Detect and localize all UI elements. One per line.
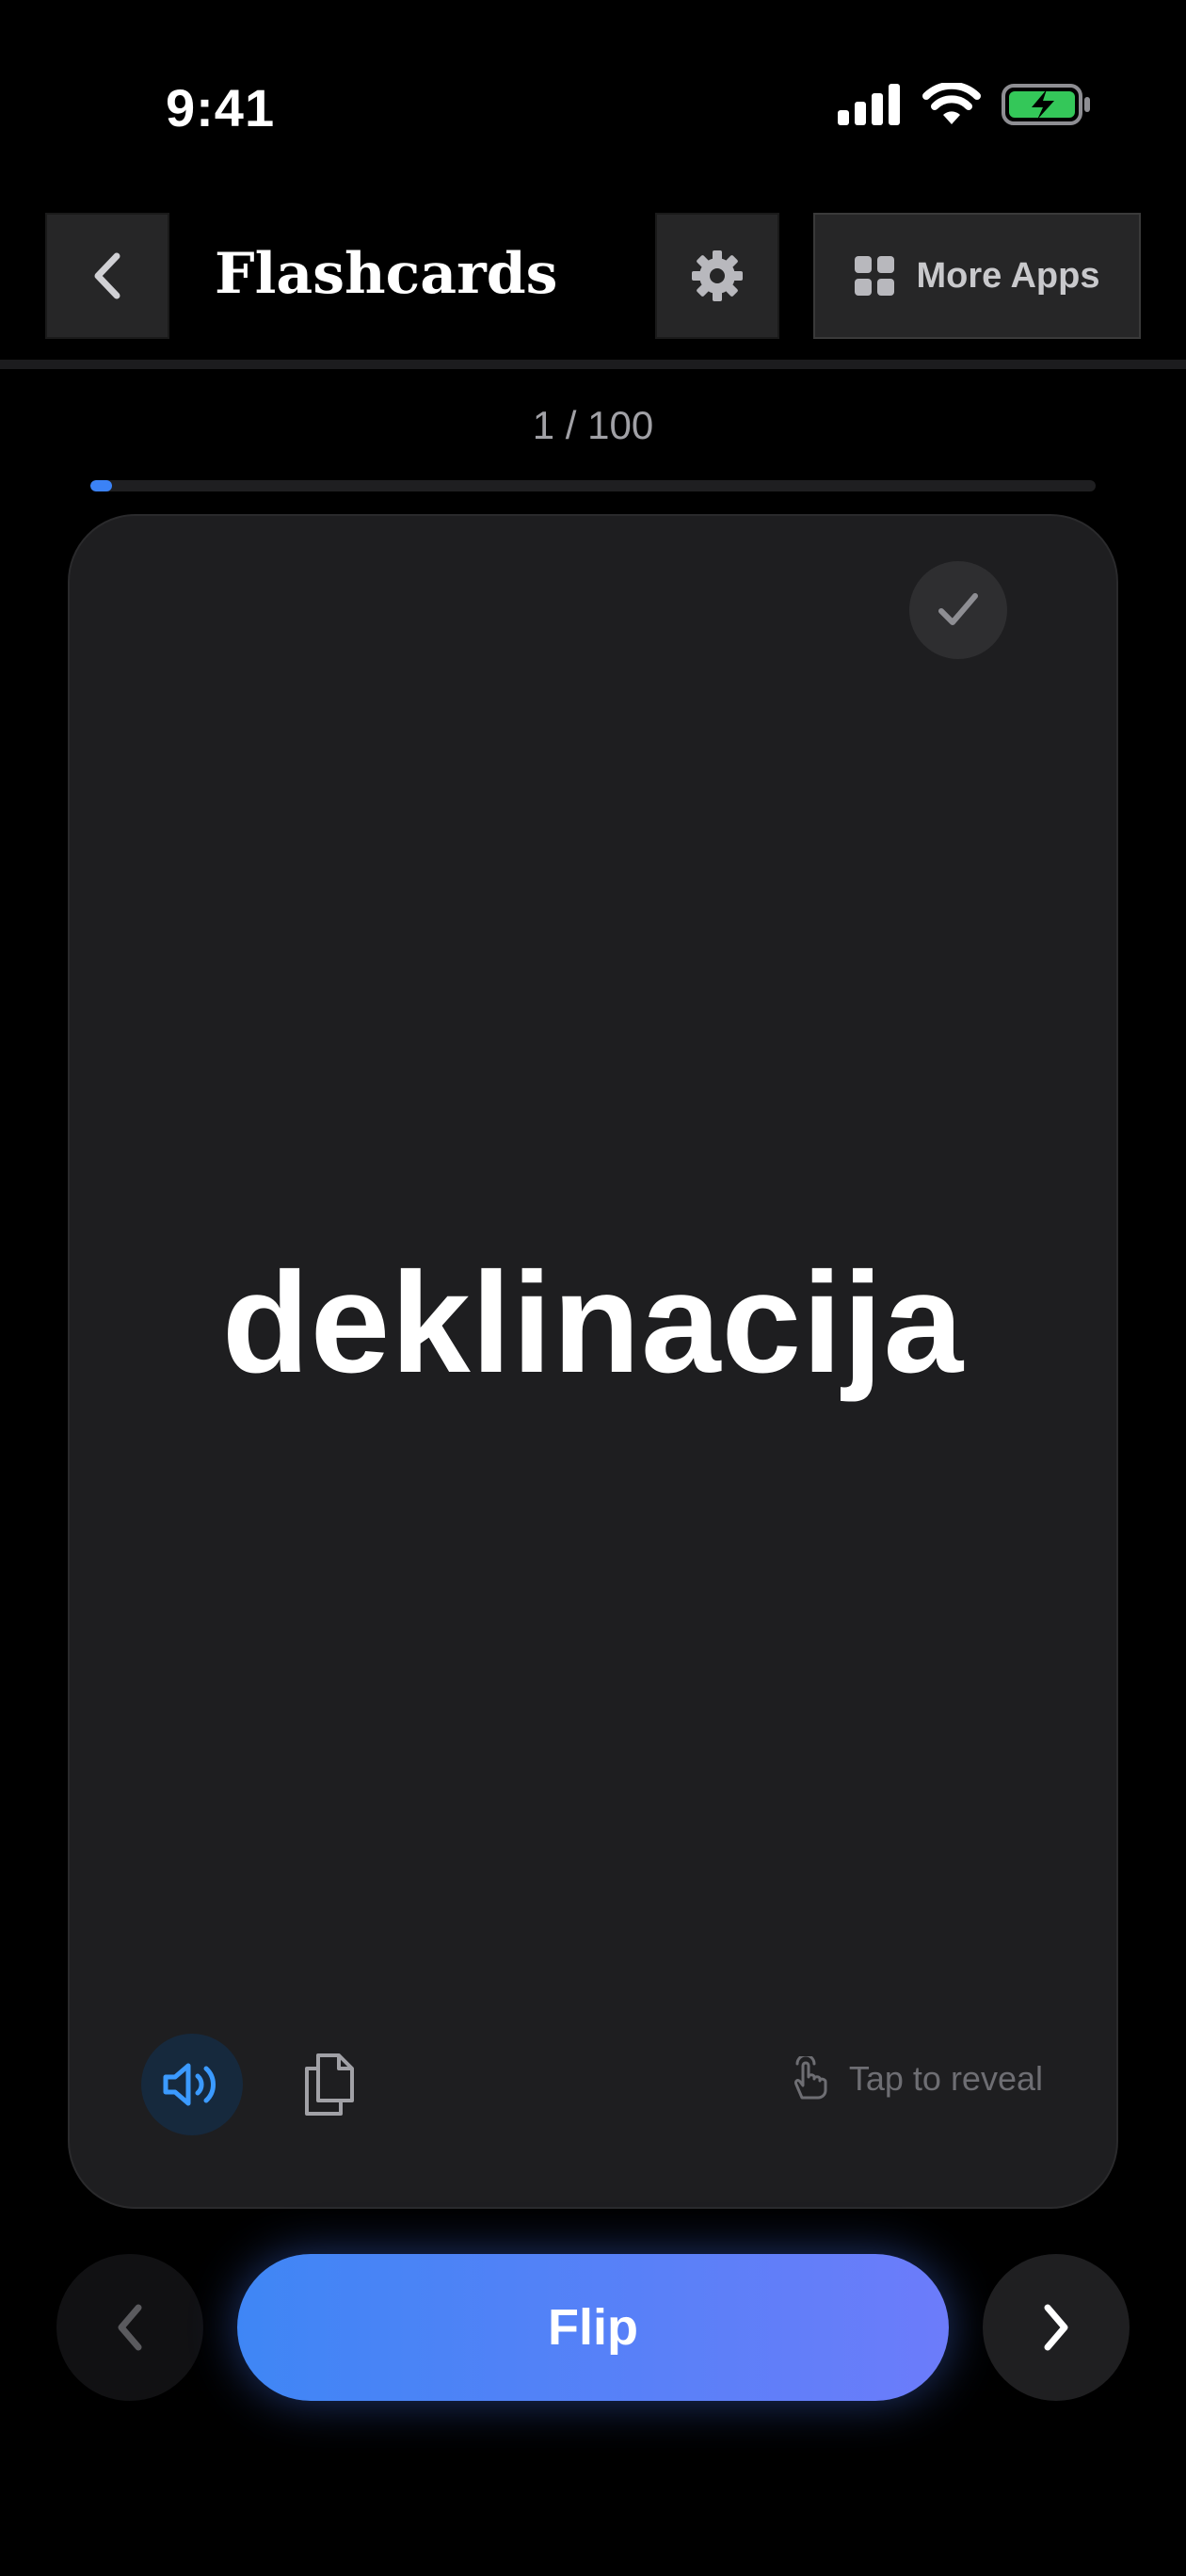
gear-icon (692, 250, 743, 301)
flip-button[interactable]: Flip (237, 2254, 949, 2401)
speaker-icon (163, 2063, 216, 2106)
next-card-button[interactable] (983, 2254, 1130, 2401)
back-button[interactable] (45, 213, 169, 339)
more-apps-label: More Apps (916, 255, 1100, 296)
flashcards-screen: 9:41 Flashcards More Apps 1 / 100 deklin… (0, 0, 1186, 2576)
card-word: deklinacija (221, 1243, 965, 1403)
tap-to-reveal-label: Tap to reveal (848, 2059, 1043, 2098)
app-header: Flashcards More Apps (0, 213, 1186, 341)
progress-bar (90, 480, 1096, 491)
chevron-left-icon (94, 252, 120, 299)
progress-fill (90, 480, 113, 491)
speak-button[interactable] (141, 2034, 243, 2135)
status-time: 9:41 (166, 78, 276, 137)
flip-label: Flip (548, 2299, 638, 2356)
cellular-signal-icon (838, 84, 900, 125)
mark-known-button[interactable] (909, 561, 1007, 659)
card-counter: 1 / 100 (532, 403, 654, 447)
more-apps-button[interactable]: More Apps (813, 213, 1141, 339)
chevron-right-icon (1044, 2304, 1068, 2351)
wifi-icon (922, 83, 981, 124)
copy-button[interactable] (292, 2041, 367, 2128)
tap-to-reveal-hint: Tap to reveal (789, 2056, 1043, 2101)
chevron-left-icon (118, 2304, 142, 2351)
page-title: Flashcards (215, 241, 558, 307)
flashcard[interactable]: deklinacija Tap to reveal (68, 514, 1118, 2209)
battery-charging-icon (1002, 84, 1090, 125)
status-icons (838, 83, 1092, 126)
settings-button[interactable] (655, 213, 779, 339)
grid-icon (854, 256, 894, 296)
previous-card-button[interactable] (56, 2254, 203, 2401)
header-divider (0, 360, 1186, 369)
copy-icon (305, 2053, 354, 2116)
checkmark-icon (938, 593, 978, 625)
tap-hand-icon (793, 2056, 827, 2100)
